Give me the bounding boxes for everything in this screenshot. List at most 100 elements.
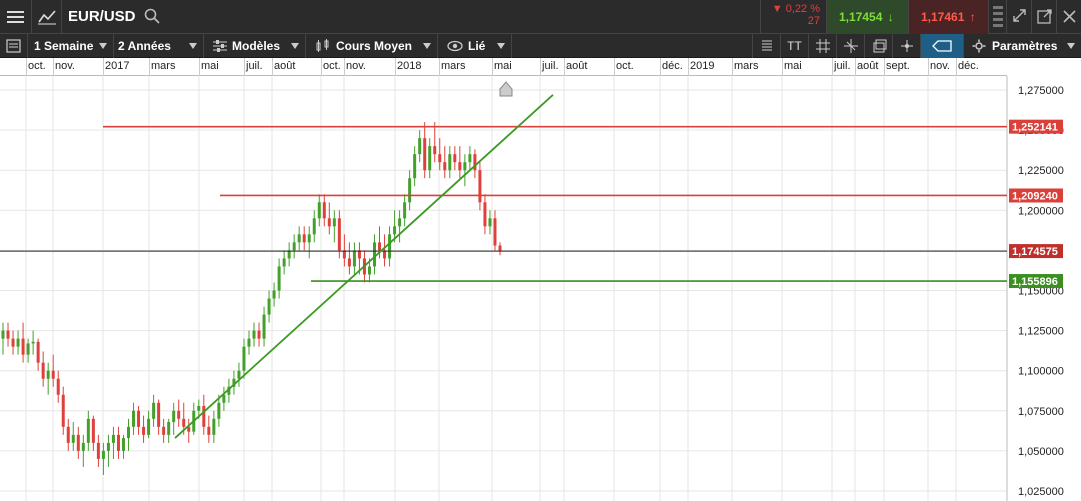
candle-body — [237, 370, 241, 379]
time-tick-label: oct. — [323, 60, 341, 72]
eye-icon — [447, 40, 463, 52]
time-tick-label: juil. — [542, 60, 559, 72]
candle-body — [347, 258, 351, 267]
candle-body — [61, 394, 65, 427]
candle-body — [453, 154, 457, 163]
candle-body — [317, 202, 321, 219]
close-icon[interactable] — [1056, 0, 1081, 34]
text-tool-icon[interactable]: TT — [780, 34, 808, 58]
candle-body — [121, 438, 125, 451]
resistance-mid-tag: 1,209240 — [1012, 190, 1058, 202]
candle-body — [262, 314, 266, 339]
crosshair-grid-icon[interactable] — [836, 34, 864, 58]
candle-body — [1, 330, 5, 339]
time-gridline — [832, 58, 833, 76]
time-gridline — [492, 58, 493, 76]
time-gridline — [244, 58, 245, 76]
settings-button[interactable]: Paramètres — [963, 34, 1081, 58]
time-gridline — [732, 58, 733, 76]
time-tick-label: mai — [201, 60, 219, 72]
time-tick-label: mars — [151, 60, 176, 72]
candle-body — [292, 242, 296, 251]
drag-handle-icon[interactable] — [988, 0, 1006, 34]
bid-arrow-icon: ↓ — [887, 10, 894, 24]
time-gridline — [855, 58, 856, 76]
link-label: Lié — [468, 39, 486, 53]
candle-body — [96, 442, 100, 459]
expand-icon[interactable] — [1006, 0, 1031, 34]
time-gridline — [660, 58, 661, 76]
candles-icon — [316, 39, 329, 52]
chevron-down-icon — [189, 43, 197, 49]
chart-line-icon[interactable] — [32, 0, 62, 34]
time-tick-label: août — [274, 60, 296, 72]
candle-body — [51, 370, 55, 379]
chevron-down-icon — [497, 43, 505, 49]
price-tick-label: 1,075000 — [1018, 406, 1064, 418]
candle-body — [322, 202, 326, 219]
draw-tool-icon[interactable] — [920, 34, 963, 58]
pin-icon[interactable] — [892, 34, 920, 58]
price-chart[interactable]: 1,2750001,2500001,2250001,2000001,150000… — [0, 76, 1081, 501]
time-tick-label: sept. — [886, 60, 910, 72]
current-price-tag: 1,174575 — [1012, 246, 1058, 258]
time-tick-label: déc. — [958, 60, 979, 72]
time-tick-label: juil. — [834, 60, 851, 72]
time-gridline — [344, 58, 345, 76]
menu-icon[interactable] — [0, 0, 32, 34]
candle-body — [287, 250, 291, 259]
candle-body — [217, 402, 221, 419]
time-tick-label: nov. — [346, 60, 366, 72]
candle-body — [433, 146, 437, 155]
search-icon[interactable] — [143, 7, 161, 25]
candle-body — [498, 245, 502, 252]
candle-body — [307, 234, 311, 243]
time-tick-label: mai — [784, 60, 802, 72]
layers-icon[interactable] — [864, 34, 892, 58]
chevron-down-icon — [1067, 43, 1075, 49]
candle-body — [483, 202, 487, 227]
price-type-select[interactable]: Cours Moyen — [306, 34, 438, 58]
link-select[interactable]: Lié — [438, 34, 512, 58]
time-gridline — [321, 58, 322, 76]
popout-icon[interactable] — [1031, 0, 1056, 34]
candle-body — [352, 250, 356, 267]
support-tag: 1,155896 — [1012, 276, 1058, 288]
candle-body — [157, 402, 161, 427]
price-tick-label: 1,200000 — [1018, 205, 1064, 217]
bid-price-button[interactable]: 1,17454 ↓ — [826, 0, 908, 34]
grid-icon[interactable] — [808, 34, 836, 58]
candle-body — [403, 202, 407, 219]
change-percent: ▼ 0,22 % — [771, 3, 820, 15]
candle-body — [162, 426, 166, 435]
candle-body — [378, 242, 382, 251]
time-tick-label: 2019 — [690, 60, 715, 72]
notes-icon[interactable] — [752, 34, 780, 58]
list-icon[interactable] — [0, 34, 28, 58]
time-gridline — [103, 58, 104, 76]
sliders-icon — [213, 40, 227, 52]
range-select[interactable]: 2 Années — [114, 34, 204, 58]
time-tick-label: août — [566, 60, 588, 72]
text-tool-label: TT — [787, 39, 802, 53]
candle-body — [172, 410, 176, 423]
time-gridline — [199, 58, 200, 76]
symbol-label[interactable]: EUR/USD — [68, 8, 136, 25]
models-select[interactable]: Modèles — [204, 34, 306, 58]
event-marker-icon — [499, 81, 513, 97]
candle-body — [207, 426, 211, 435]
candle-body — [297, 234, 301, 243]
ask-price-button[interactable]: 1,17461 ↑ — [908, 0, 988, 34]
ask-arrow-icon: ↑ — [969, 10, 976, 24]
candle-body — [357, 250, 361, 259]
resistance-high-tag: 1,252141 — [1012, 122, 1058, 134]
candle-body — [81, 442, 85, 451]
candle-body — [197, 405, 201, 411]
candle-body — [6, 330, 10, 339]
candle-body — [428, 146, 432, 171]
time-tick-label: déc. — [662, 60, 683, 72]
candle-body — [152, 402, 156, 419]
candle-body — [56, 378, 60, 395]
period-select[interactable]: 1 Semaine — [28, 34, 114, 58]
candle-body — [332, 218, 336, 227]
